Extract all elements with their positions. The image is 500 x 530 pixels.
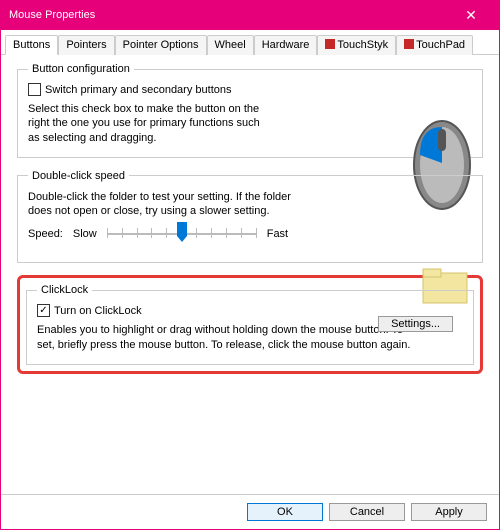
clicklock-desc: Enables you to highlight or drag without…: [37, 323, 417, 352]
ok-button[interactable]: OK: [247, 503, 323, 521]
tab-wheel[interactable]: Wheel: [207, 35, 254, 55]
tab-touchpad[interactable]: TouchPad: [396, 35, 473, 55]
double-click-legend: Double-click speed: [28, 170, 129, 182]
double-click-group: Double-click speed Double-click the fold…: [17, 170, 483, 264]
button-config-desc: Select this check box to make the button…: [28, 102, 268, 145]
touchpad-icon: [404, 39, 414, 49]
tabstrip: Buttons Pointers Pointer Options Wheel H…: [1, 30, 499, 55]
slider-thumb-icon: [175, 222, 189, 244]
window-title: Mouse Properties: [9, 9, 451, 21]
cancel-button[interactable]: Cancel: [329, 503, 405, 521]
apply-button[interactable]: Apply: [411, 503, 487, 521]
tab-pointer-options[interactable]: Pointer Options: [115, 35, 207, 55]
clicklock-highlight: ClickLock ✓ Turn on ClickLock Settings..…: [17, 275, 483, 374]
switch-buttons-checkbox[interactable]: [28, 83, 41, 96]
clicklock-label: Turn on ClickLock: [54, 305, 142, 317]
tab-pointers[interactable]: Pointers: [58, 35, 114, 55]
double-click-desc: Double-click the folder to test your set…: [28, 190, 298, 219]
speed-label: Speed:: [28, 228, 63, 240]
switch-buttons-label: Switch primary and secondary buttons: [45, 84, 231, 96]
tab-buttons[interactable]: Buttons: [5, 35, 58, 55]
speed-slider[interactable]: [107, 224, 257, 244]
tab-hardware[interactable]: Hardware: [254, 35, 318, 55]
tab-pane: Button configuration Switch primary and …: [1, 55, 499, 494]
close-icon[interactable]: ✕: [451, 7, 491, 24]
fast-label: Fast: [267, 228, 288, 240]
clicklock-checkbox[interactable]: ✓: [37, 304, 50, 317]
slow-label: Slow: [73, 228, 97, 240]
clicklock-legend: ClickLock: [37, 284, 92, 296]
titlebar[interactable]: Mouse Properties ✕: [1, 0, 499, 30]
dialog-footer: OK Cancel Apply: [1, 494, 499, 529]
touchstyk-icon: [325, 39, 335, 49]
button-config-legend: Button configuration: [28, 63, 134, 75]
mouse-properties-window: Mouse Properties ✕ Buttons Pointers Poin…: [0, 0, 500, 530]
tab-touchstyk[interactable]: TouchStyk: [317, 35, 396, 55]
clicklock-group: ClickLock ✓ Turn on ClickLock Settings..…: [26, 284, 474, 365]
clicklock-settings-button[interactable]: Settings...: [378, 316, 453, 332]
